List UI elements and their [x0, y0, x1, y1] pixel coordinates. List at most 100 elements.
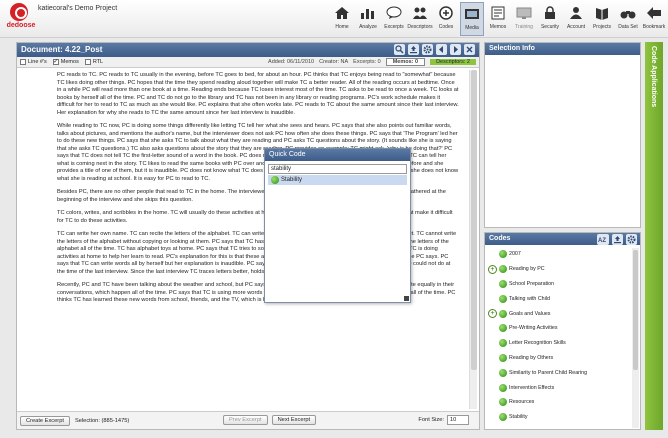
code-label: Goals and Values [509, 310, 551, 317]
scrollbar-thumb[interactable] [471, 70, 477, 370]
code-item[interactable]: Intervention Effects [485, 380, 633, 395]
main-nav: Home Analyze Excerpts Descriptors Codes … [328, 2, 666, 36]
descriptors-count-badge[interactable]: Descriptors: 2 [430, 59, 476, 65]
people-icon [411, 4, 429, 22]
nav-label: Media [465, 25, 479, 31]
codes-header: Codes AZ [485, 233, 640, 245]
line-numbers-toggle[interactable]: Line #'s [20, 59, 47, 65]
nav-data-set[interactable]: Data Set [616, 2, 640, 36]
nav-memos[interactable]: Memos [486, 2, 510, 36]
user-icon [567, 4, 585, 22]
nav-label: Projects [592, 24, 612, 30]
code-dot-icon [499, 398, 507, 407]
memos-label: Memos [60, 59, 79, 65]
code-dot-icon [499, 250, 507, 259]
code-label: Reading by PC [509, 266, 545, 273]
next-excerpt-button[interactable]: Next Excerpt [271, 415, 317, 425]
binoculars-icon [619, 4, 637, 22]
code-label: Stability [509, 414, 528, 421]
document-header: Document: 4.22_Post [17, 43, 479, 57]
selection-info-panel: Selection Info [484, 42, 641, 228]
nav-bookmark[interactable]: Bookmark [642, 2, 666, 36]
expand-plus-icon[interactable]: + [488, 309, 497, 319]
nav-descriptors[interactable]: Descriptors [407, 2, 433, 36]
code-item[interactable]: Resources [485, 395, 633, 410]
nav-media[interactable]: Media [460, 2, 484, 36]
code-item[interactable]: Similarity to Parent Child Rearing [485, 365, 633, 380]
next-arrow-icon[interactable] [450, 44, 461, 55]
selection-range: Selection: (885-1475) [74, 417, 130, 424]
line-numbers-checkbox[interactable] [20, 59, 26, 65]
codes-title: Codes [489, 235, 511, 242]
lock-icon [541, 4, 559, 22]
gear-icon[interactable] [626, 233, 637, 245]
home-icon [333, 4, 351, 22]
nav-account[interactable]: Account [564, 2, 588, 36]
search-icon[interactable] [394, 44, 405, 55]
gear-icon[interactable] [422, 44, 433, 55]
memos-checkbox[interactable] [52, 58, 59, 65]
code-item[interactable]: 2007 [485, 247, 633, 262]
previous-arrow-icon[interactable] [436, 44, 447, 55]
code-item[interactable]: + Reading by PC [485, 262, 633, 277]
nav-security[interactable]: Security [538, 2, 562, 36]
sort-az-icon[interactable]: AZ [597, 233, 609, 245]
codes-list: 2007 + Reading by PC School Preparation T… [485, 247, 633, 429]
bookmark-icon [645, 4, 663, 22]
font-size-stepper[interactable]: 10 [447, 415, 469, 425]
nav-label: Descriptors [407, 24, 433, 30]
document-scrollbar[interactable] [469, 70, 477, 409]
code-dot-icon [499, 368, 507, 377]
project-title: katiecoral's Demo Project [38, 5, 118, 12]
quick-code-title[interactable]: Quick Code [265, 149, 410, 161]
quick-code-result-label: Stability [281, 177, 303, 183]
code-label: Similarity to Parent Child Rearing [509, 369, 588, 376]
nav-home[interactable]: Home [330, 2, 354, 36]
bar-chart-icon [359, 4, 377, 22]
speech-bubble-icon [385, 4, 403, 22]
projects-icon [593, 4, 611, 22]
code-dot-icon [499, 265, 507, 274]
code-label: Resources [509, 399, 535, 406]
nav-excerpts[interactable]: Excerpts [382, 2, 406, 36]
create-excerpt-button[interactable]: Create Excerpt [20, 415, 70, 426]
dedoose-logo[interactable]: dedoose [4, 3, 35, 33]
rtl-checkbox[interactable] [84, 59, 91, 65]
expand-plus-icon[interactable]: + [488, 264, 497, 274]
code-item[interactable]: Letter Recognition Skills [485, 336, 633, 351]
font-size-label: Font Size: [418, 417, 444, 423]
nav-projects[interactable]: Projects [590, 2, 614, 36]
nav-training[interactable]: Training [512, 2, 536, 36]
codes-scrollbar[interactable] [632, 248, 639, 428]
code-applications-tab[interactable]: Code Applications [645, 42, 663, 430]
resize-grip-icon[interactable] [404, 296, 409, 301]
code-item[interactable]: School Preparation [485, 277, 633, 292]
memos-toggle[interactable]: Memos [52, 58, 79, 65]
code-item[interactable]: Talking with Child [485, 291, 633, 306]
code-item[interactable]: Reading by Others [485, 351, 633, 366]
code-label: 2007 [509, 251, 521, 258]
memo-icon [489, 4, 507, 22]
nav-label: Memos [489, 24, 507, 30]
font-size-control: Font Size: 10 [418, 415, 469, 425]
code-item[interactable]: Pre-Writing Activities [485, 321, 633, 336]
close-icon[interactable] [464, 44, 475, 55]
export-icon[interactable] [408, 44, 419, 55]
scrollbar-thumb[interactable] [633, 250, 638, 370]
code-dot-icon [499, 279, 507, 288]
nav-codes[interactable]: Codes [434, 2, 458, 36]
export-icon[interactable] [612, 233, 623, 245]
quick-code-result-item[interactable]: Stability [268, 175, 407, 185]
nav-analyze[interactable]: Analyze [356, 2, 380, 36]
memos-count-badge[interactable]: Memos: 0 [385, 58, 426, 66]
prev-excerpt-button[interactable]: Prev Excerpt [223, 415, 268, 425]
code-item[interactable]: + Goals and Values [485, 306, 633, 321]
quick-code-search-input[interactable]: stability [268, 164, 407, 174]
nav-label: Home [335, 24, 349, 30]
code-item[interactable]: Stability [485, 410, 633, 425]
code-label: Talking with Child [509, 295, 550, 302]
code-dot-icon [499, 383, 507, 392]
code-label: Reading by Others [509, 354, 554, 361]
rtl-toggle[interactable]: RTL [84, 59, 103, 65]
plus-circle-icon [437, 4, 455, 22]
